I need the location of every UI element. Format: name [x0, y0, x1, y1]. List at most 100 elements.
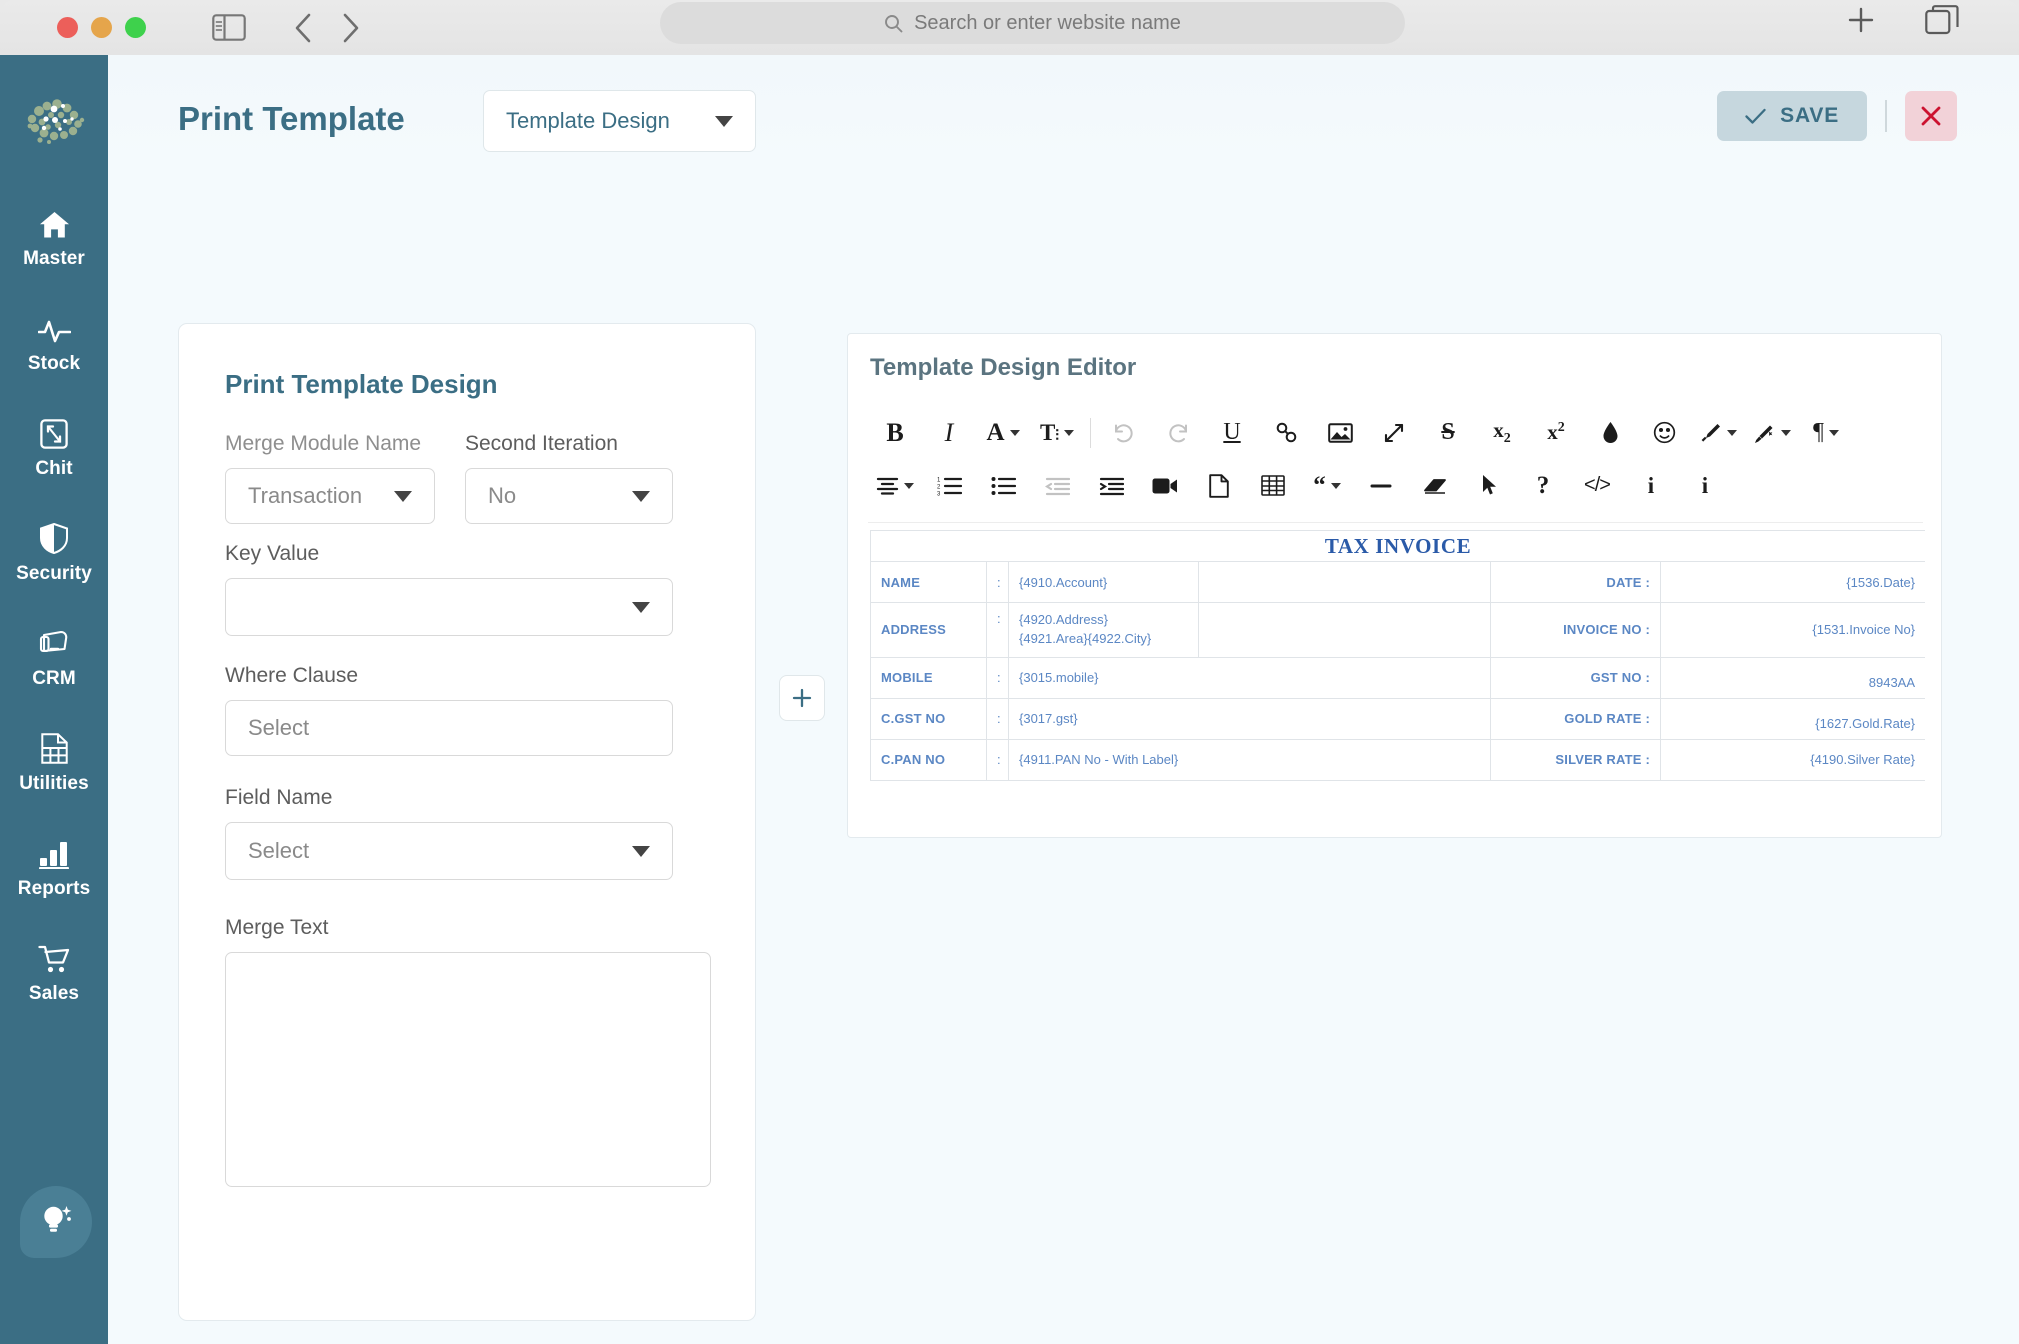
undo-icon[interactable]	[1097, 411, 1151, 455]
field-label: Merge Module Name	[225, 432, 422, 455]
align-icon[interactable]	[868, 464, 922, 508]
row-label: DATE :	[1490, 561, 1661, 603]
unordered-list-icon[interactable]	[976, 464, 1030, 508]
insert-image-icon[interactable]	[1313, 411, 1367, 455]
row-label: C.PAN NO	[870, 738, 987, 781]
eraser-icon[interactable]	[1408, 464, 1462, 508]
application-root: Master Stock Chit Security CRM Utilities…	[0, 55, 2019, 1344]
main-sidebar: Master Stock Chit Security CRM Utilities…	[0, 55, 108, 1344]
back-icon[interactable]	[292, 12, 314, 44]
info-icon[interactable]: i	[1624, 464, 1678, 508]
field-label: Where Clause	[225, 664, 359, 687]
quote-icon[interactable]: “	[1300, 464, 1354, 508]
sidebar-nav-list: Master Stock Chit Security CRM Utilities…	[0, 193, 108, 1033]
redo-icon[interactable]	[1151, 411, 1205, 455]
zoom-window-button[interactable]	[125, 17, 146, 38]
row-label: MOBILE	[870, 656, 987, 699]
chevron-down-icon	[632, 601, 650, 613]
row-colon: :	[986, 561, 1009, 603]
table-row: C.GST NO : {3017.gst} GOLD RATE : {1627.…	[870, 697, 1925, 740]
outdent-icon[interactable]	[1030, 464, 1084, 508]
row-label: GST NO :	[1490, 656, 1661, 699]
sidebar-item-label: Security	[16, 563, 92, 584]
template-mode-select[interactable]: Template Design	[483, 90, 756, 152]
about-icon[interactable]: i	[1678, 464, 1732, 508]
chevron-down-icon	[394, 490, 412, 502]
forward-icon[interactable]	[340, 12, 362, 44]
svg-text:1: 1	[937, 477, 941, 483]
field-label: Key Value	[225, 542, 320, 565]
insert-video-icon[interactable]	[1138, 464, 1192, 508]
sidebar-item-utilities[interactable]: Utilities	[0, 718, 108, 807]
sidebar-item-sales[interactable]: Sales	[0, 928, 108, 1017]
row-value: {1531.Invoice No}	[1659, 602, 1925, 658]
table-row: MOBILE : {3015.mobile} GST NO : 8943AA	[870, 656, 1925, 699]
insert-table-icon[interactable]	[1246, 464, 1300, 508]
emoticon-icon[interactable]	[1637, 411, 1691, 455]
sidebar-item-security[interactable]: Security	[0, 508, 108, 597]
help-icon[interactable]: ?	[1516, 464, 1570, 508]
editor-toolbar: B I A T⫶ U S x2 x2 ¶ 1 2 3 “ ? </> i i	[868, 406, 1923, 523]
font-family-icon[interactable]: A	[976, 411, 1030, 455]
template-document-preview[interactable]: TAX INVOICE NAME : {4910.Account} DATE :…	[870, 530, 1925, 815]
minimize-window-button[interactable]	[91, 17, 112, 38]
sidebar-item-chit[interactable]: Chit	[0, 403, 108, 492]
subscript-icon[interactable]: x2	[1475, 411, 1529, 455]
merge-module-name-select[interactable]: Transaction	[225, 468, 435, 524]
insert-file-icon[interactable]	[1192, 464, 1246, 508]
save-button-label: SAVE	[1780, 104, 1839, 127]
sidebar-item-crm[interactable]: CRM	[0, 613, 108, 702]
row-value: {1627.Gold.Rate}	[1659, 697, 1925, 740]
select-all-icon[interactable]	[1462, 464, 1516, 508]
link-icon[interactable]	[1259, 411, 1313, 455]
ordered-list-icon[interactable]: 123	[922, 464, 976, 508]
second-iteration-select[interactable]: No	[465, 468, 673, 524]
sidebar-item-stock[interactable]: Stock	[0, 298, 108, 387]
assistant-button[interactable]	[20, 1186, 92, 1258]
home-icon	[39, 207, 70, 239]
fullscreen-icon[interactable]	[1367, 411, 1421, 455]
paint-format-icon[interactable]	[1691, 411, 1745, 455]
horizontal-line-icon[interactable]	[1354, 464, 1408, 508]
key-value-select[interactable]	[225, 578, 673, 636]
field-where-clause: Where Clause Select	[225, 664, 673, 756]
clear-formatting-icon[interactable]	[1745, 411, 1799, 455]
sidebar-item-label: Stock	[27, 353, 81, 374]
new-tab-icon[interactable]	[1845, 4, 1877, 36]
merge-module-name-value: Transaction	[248, 483, 363, 508]
check-icon	[1745, 108, 1766, 124]
close-button[interactable]	[1905, 91, 1957, 141]
merge-text-textarea[interactable]	[225, 952, 711, 1187]
paragraph-format-icon[interactable]: ¶	[1799, 411, 1853, 455]
tab-overview-icon[interactable]	[1925, 5, 1959, 35]
underline-icon[interactable]: U	[1205, 411, 1259, 455]
close-window-button[interactable]	[57, 17, 78, 38]
indent-icon[interactable]	[1084, 464, 1138, 508]
field-name-select[interactable]: Select	[225, 822, 673, 880]
row-value: {1536.Date}	[1659, 561, 1925, 603]
field-label: Merge Text	[225, 916, 329, 939]
sidebar-item-master[interactable]: Master	[0, 193, 108, 282]
code-view-icon[interactable]: </>	[1570, 464, 1624, 508]
address-bar[interactable]: Search or enter website name	[660, 2, 1405, 44]
search-icon	[885, 14, 903, 32]
sidebar-toggle-icon[interactable]	[212, 14, 246, 41]
superscript-icon[interactable]: x2	[1529, 411, 1583, 455]
invoice-table: TAX INVOICE NAME : {4910.Account} DATE :…	[870, 530, 1925, 781]
text-color-icon[interactable]	[1583, 411, 1637, 455]
where-clause-input[interactable]: Select	[225, 700, 673, 756]
add-row-button[interactable]	[779, 675, 825, 721]
italic-icon[interactable]: I	[922, 411, 976, 455]
svg-text:3: 3	[937, 491, 941, 496]
header-actions: SAVE	[1717, 91, 1957, 141]
sidebar-item-reports[interactable]: Reports	[0, 823, 108, 912]
font-size-icon[interactable]: T⫶	[1030, 411, 1084, 455]
page-title: Print Template	[178, 100, 405, 137]
action-divider	[1885, 100, 1887, 132]
field-merge-text: Merge Text	[225, 916, 717, 1187]
bold-icon[interactable]: B	[868, 411, 922, 455]
save-button[interactable]: SAVE	[1717, 91, 1867, 141]
strikethrough-icon[interactable]: S	[1421, 411, 1475, 455]
template-design-editor-panel: Template Design Editor B I A T⫶ U S x2 x…	[847, 333, 1942, 838]
spacer-cell	[1198, 561, 1491, 603]
